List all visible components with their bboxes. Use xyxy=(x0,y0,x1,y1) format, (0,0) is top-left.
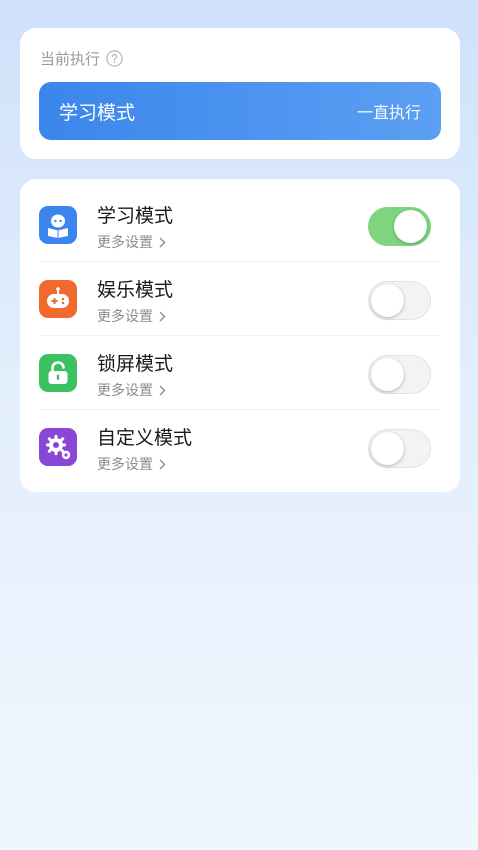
gear-icon xyxy=(39,428,77,466)
modes-list-card: 学习模式 更多设置 娱乐模式 更多设置 锁屏模式 更多设置 自定义模式 更多设置 xyxy=(20,179,460,492)
more-settings-label: 更多设置 xyxy=(97,309,153,325)
study-mode-toggle[interactable] xyxy=(368,207,431,246)
chevron-right-icon xyxy=(159,385,166,396)
current-mode-name: 学习模式 xyxy=(59,101,136,124)
entertainment-mode-toggle[interactable] xyxy=(368,281,431,320)
mode-row-study: 学习模式 更多设置 xyxy=(20,188,460,262)
chevron-right-icon xyxy=(159,459,166,470)
chevron-right-icon xyxy=(159,311,166,322)
toggle-knob xyxy=(371,284,404,317)
mode-title: 学习模式 xyxy=(97,205,174,227)
study-icon xyxy=(39,206,77,244)
more-settings-label: 更多设置 xyxy=(97,235,153,251)
more-settings-label: 更多设置 xyxy=(97,383,153,399)
current-label: 当前执行 xyxy=(40,50,101,68)
current-duration: 一直执行 xyxy=(356,103,421,122)
current-mode-banner[interactable]: 学习模式 一直执行 xyxy=(39,82,441,140)
chevron-right-icon xyxy=(159,237,166,248)
toggle-knob xyxy=(371,432,404,465)
more-settings-link[interactable]: 更多设置 xyxy=(97,380,166,400)
help-icon[interactable] xyxy=(106,50,123,67)
gamepad-icon xyxy=(39,280,77,318)
mode-title: 自定义模式 xyxy=(97,427,193,449)
toggle-knob xyxy=(371,358,404,391)
mode-title: 锁屏模式 xyxy=(97,353,174,375)
current-mode-card: 当前执行 学习模式 一直执行 xyxy=(20,28,460,159)
more-settings-link[interactable]: 更多设置 xyxy=(97,454,166,474)
more-settings-link[interactable]: 更多设置 xyxy=(97,232,166,252)
mode-title: 娱乐模式 xyxy=(97,279,174,301)
lock-icon xyxy=(39,354,77,392)
more-settings-link[interactable]: 更多设置 xyxy=(97,306,166,326)
current-header: 当前执行 xyxy=(40,48,123,69)
toggle-knob xyxy=(394,210,427,243)
mode-row-custom: 自定义模式 更多设置 xyxy=(20,410,460,484)
more-settings-label: 更多设置 xyxy=(97,457,153,473)
mode-row-entertainment: 娱乐模式 更多设置 xyxy=(20,262,460,336)
lock-mode-toggle[interactable] xyxy=(368,355,431,394)
custom-mode-toggle[interactable] xyxy=(368,429,431,468)
mode-row-lock: 锁屏模式 更多设置 xyxy=(20,336,460,410)
